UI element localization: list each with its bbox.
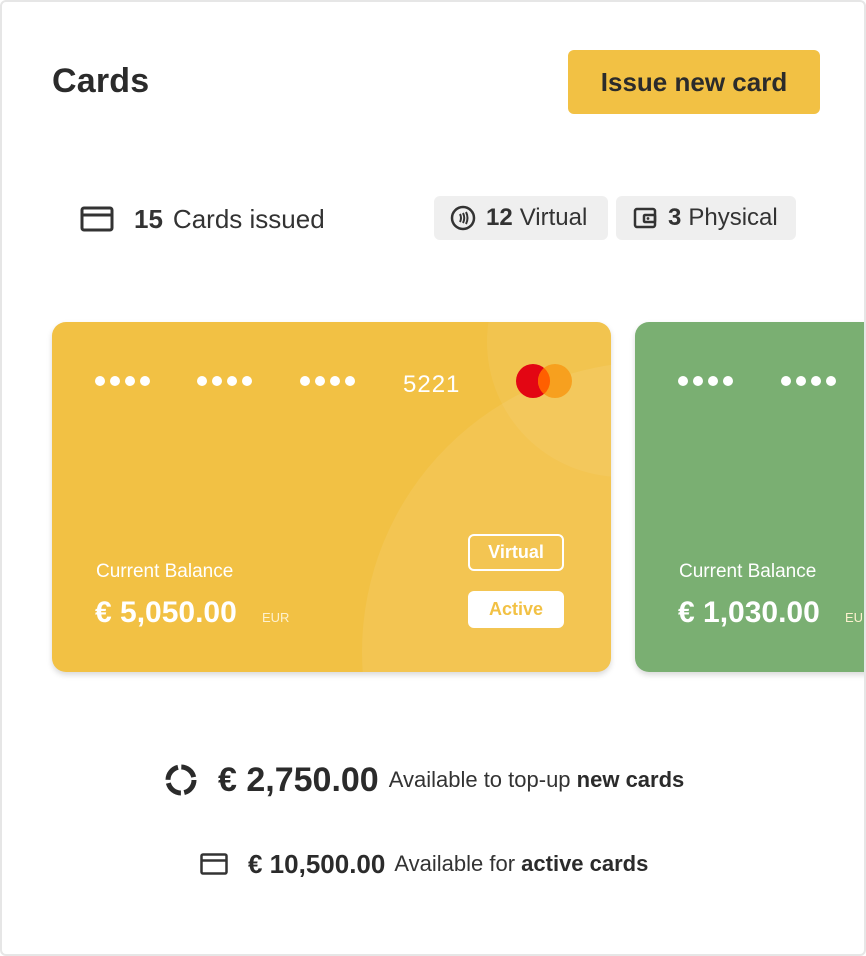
balance-currency: EUR	[262, 610, 290, 625]
topup-text: Available to top-up new cards	[388, 767, 685, 792]
physical-count: 3	[668, 204, 682, 231]
masked-digits-group-2	[197, 376, 252, 386]
balance-amount: € 1,030.00	[678, 596, 820, 629]
mastercard-logo-icon	[516, 364, 572, 398]
active-text: Available for active cards	[394, 851, 649, 876]
active-cards-summary: € 10,500.00 Available for active cards	[200, 844, 648, 884]
cards-panel: Cards Issue new card 15 Cards issued 12 …	[0, 0, 866, 956]
physical-label: Physical	[688, 204, 778, 231]
card-status-badge: Active	[468, 591, 564, 628]
balance-label: Current Balance	[96, 561, 234, 582]
credit-card-icon	[80, 206, 114, 232]
physical-count-pill[interactable]: 3 Physical	[616, 196, 796, 240]
issue-new-card-button[interactable]: Issue new card	[568, 50, 820, 114]
balance-amount: € 5,050.00	[95, 596, 237, 629]
virtual-label: Virtual	[519, 204, 588, 231]
virtual-count: 12	[486, 204, 513, 231]
topup-amount: € 2,750.00	[218, 760, 379, 799]
cards-issued-stat: 15 Cards issued	[80, 198, 325, 240]
contactless-icon	[450, 205, 476, 231]
masked-digits-group-1	[678, 376, 733, 386]
balance-label: Current Balance	[679, 561, 817, 582]
topup-summary: € 2,750.00 Available to top-up new cards	[164, 757, 684, 803]
cards-issued-label: Cards issued	[172, 203, 325, 234]
donut-chart-icon	[165, 764, 197, 796]
virtual-count-pill[interactable]: 12 Virtual	[434, 196, 608, 240]
card-type-badge: Virtual	[468, 534, 564, 571]
balance-currency: EUR	[845, 610, 864, 625]
wallet-icon	[633, 207, 657, 229]
active-amount: € 10,500.00	[248, 848, 386, 879]
card-last-four: 5221	[403, 371, 461, 398]
page-title: Cards	[52, 62, 150, 100]
cards-issued-count: 15	[134, 203, 163, 234]
masked-digits-group-2	[781, 376, 836, 386]
masked-digits-group-1	[95, 376, 150, 386]
masked-digits-group-3	[300, 376, 355, 386]
credit-card-icon	[200, 853, 228, 875]
